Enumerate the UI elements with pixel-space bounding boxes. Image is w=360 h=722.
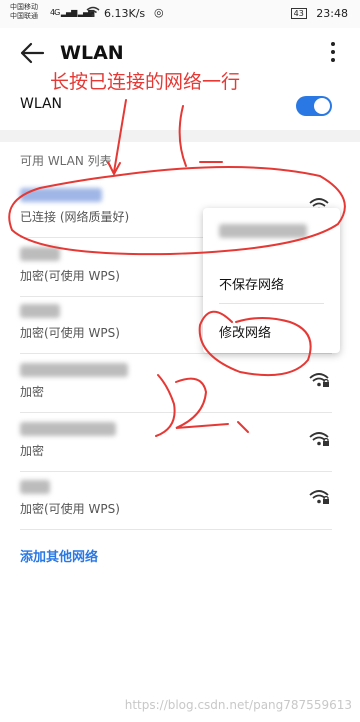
handwritten-annotation-layer: 长按已连接的网络一行 [8,71,346,437]
annotation-text: 长按已连接的网络一行 [50,71,240,93]
watermark: https://blog.csdn.net/pang787559613 [124,698,352,712]
